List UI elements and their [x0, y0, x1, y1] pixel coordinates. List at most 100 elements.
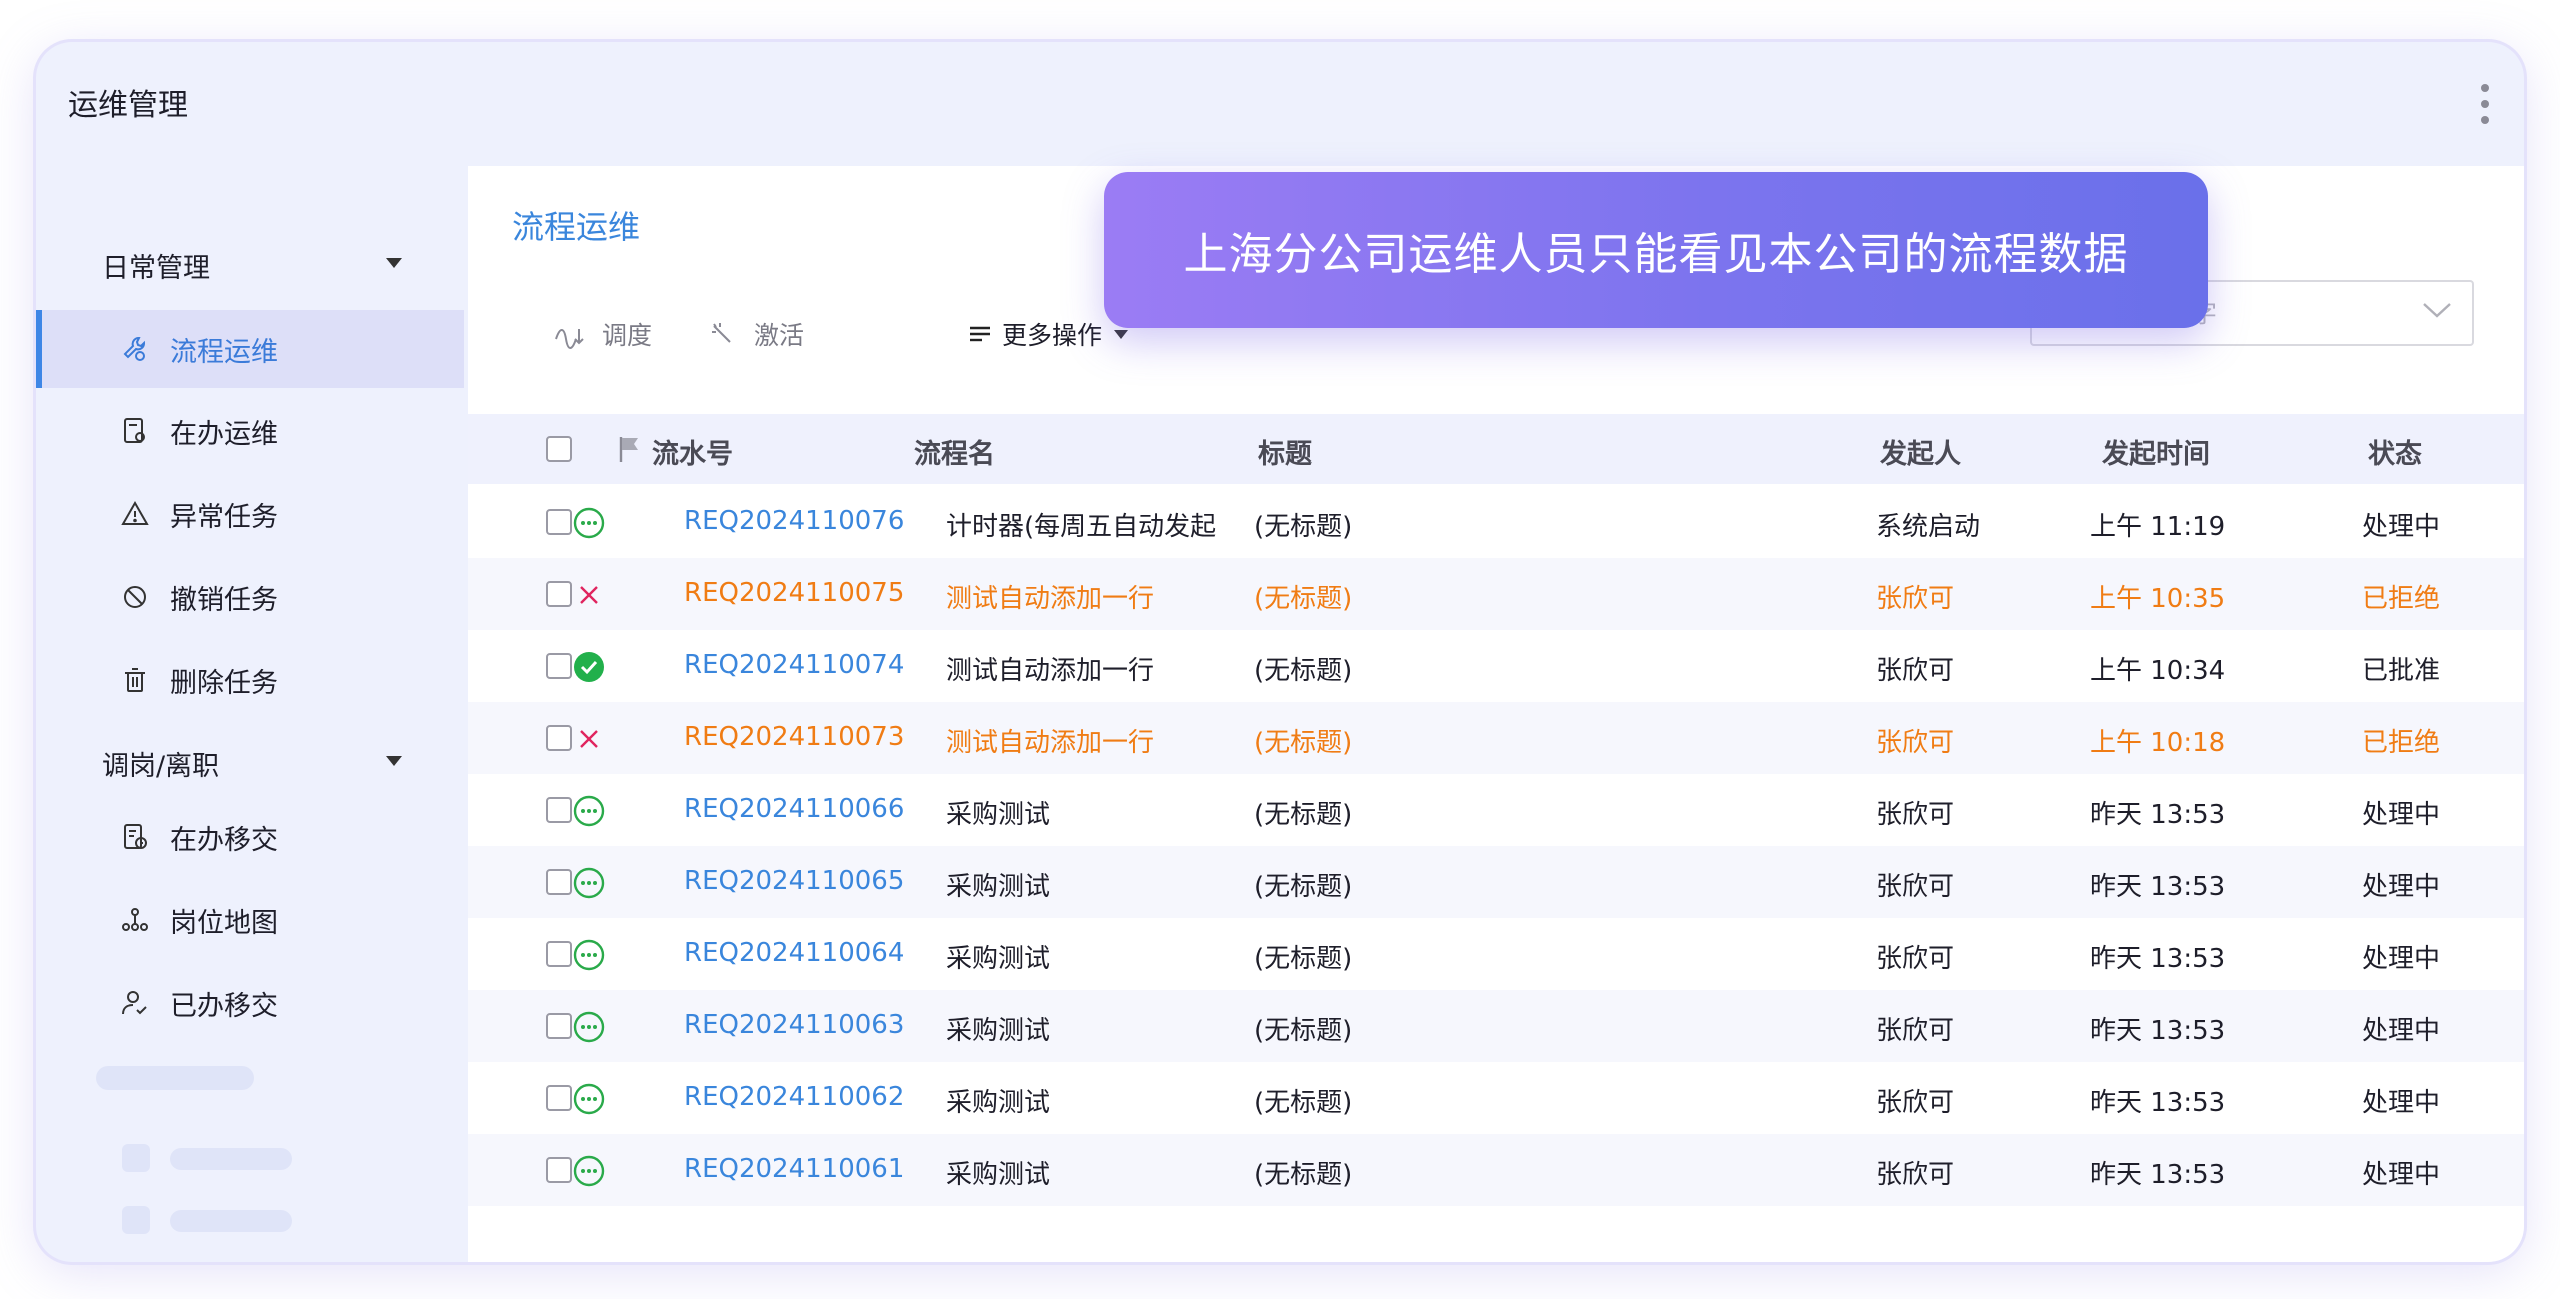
skeleton-placeholder: [122, 1144, 150, 1172]
table-row[interactable]: REQ2024110075 测试自动添加一行 (无标题) 张欣可 上午 10:35 已拒绝: [468, 558, 2524, 630]
caret-down-icon[interactable]: [386, 258, 402, 268]
more-actions-button[interactable]: 更多操作: [968, 316, 1129, 352]
start-time: 上午 11:19: [2090, 512, 2226, 542]
status-badge: 处理中: [2362, 1088, 2441, 1118]
check-circle-icon: [572, 650, 606, 684]
serial-link[interactable]: REQ2024110066: [684, 794, 904, 824]
dispatch-button[interactable]: 调度: [552, 316, 652, 352]
dispatch-icon: [552, 316, 588, 352]
table-row[interactable]: REQ2024110061 采购测试 (无标题) 张欣可 昨天 13:53 处理中: [468, 1134, 2524, 1206]
row-checkbox[interactable]: [546, 869, 572, 895]
col-time[interactable]: 发起时间: [2102, 432, 2210, 471]
row-title: (无标题): [1254, 584, 1353, 614]
serial-link[interactable]: REQ2024110074: [684, 650, 904, 680]
select-all-checkbox[interactable]: [546, 436, 572, 462]
title-bar: 运维管理: [36, 42, 2524, 166]
row-checkbox[interactable]: [546, 581, 572, 607]
row-checkbox[interactable]: [546, 509, 572, 535]
table-row[interactable]: REQ2024110066 采购测试 (无标题) 张欣可 昨天 13:53 处理中: [468, 774, 2524, 846]
sidebar-item-transfer-active[interactable]: 在办移交: [36, 798, 464, 876]
row-checkbox[interactable]: [546, 1013, 572, 1039]
doc-gear-icon: [118, 414, 152, 448]
table-row[interactable]: REQ2024110074 测试自动添加一行 (无标题) 张欣可 上午 10:34 已批准: [468, 630, 2524, 702]
table-row[interactable]: REQ2024110065 采购测试 (无标题) 张欣可 昨天 13:53 处理中: [468, 846, 2524, 918]
col-initiator[interactable]: 发起人: [1880, 432, 1961, 471]
serial-link[interactable]: REQ2024110073: [684, 722, 904, 752]
serial-link[interactable]: REQ2024110075: [684, 578, 904, 608]
sidebar-item-label: 删除任务: [170, 667, 278, 699]
sidebar-item-label: 在办运维: [170, 418, 278, 450]
sidebar-item-deleted-tasks[interactable]: 删除任务: [36, 641, 464, 719]
sidebar-item-cancelled-tasks[interactable]: 撤销任务: [36, 558, 464, 636]
sidebar-item-process-ops[interactable]: 流程运维: [36, 310, 464, 388]
main-panel: 流程运维 调度 激活 更多操作 搜索关键字 流水号 流程名 标题 发起人 发起时…: [468, 166, 2524, 1262]
row-title: (无标题): [1254, 944, 1353, 974]
wrench-gear-icon: [118, 332, 152, 366]
initiator: 张欣可: [1876, 1016, 1955, 1046]
serial-link[interactable]: REQ2024110064: [684, 938, 904, 968]
initiator: 张欣可: [1876, 728, 1955, 758]
table-row[interactable]: REQ2024110062 采购测试 (无标题) 张欣可 昨天 13:53 处理中: [468, 1062, 2524, 1134]
row-title: (无标题): [1254, 1088, 1353, 1118]
caret-down-icon[interactable]: [386, 756, 402, 766]
status-badge: 处理中: [2362, 1016, 2441, 1046]
page-title: 流程运维: [512, 208, 641, 246]
pending-dots-icon: [572, 794, 606, 828]
sidebar-item-active-ops[interactable]: 在办运维: [36, 392, 464, 470]
process-name: 采购测试: [946, 872, 1051, 902]
status-badge: 处理中: [2362, 944, 2441, 974]
sidebar-item-exception-tasks[interactable]: 异常任务: [36, 475, 464, 553]
serial-link[interactable]: REQ2024110063: [684, 1010, 904, 1040]
col-process[interactable]: 流程名: [914, 432, 995, 471]
status-badge: 处理中: [2362, 872, 2441, 902]
table-row[interactable]: REQ2024110063 采购测试 (无标题) 张欣可 昨天 13:53 处理中: [468, 990, 2524, 1062]
sidebar-item-transfer-done[interactable]: 已办移交: [36, 964, 464, 1042]
app-window: 运维管理 日常管理 流程运维 在办运维 异常任务 撤销任务 删除任务 调岗/离职…: [36, 42, 2524, 1262]
initiator: 张欣可: [1876, 872, 1955, 902]
row-title: (无标题): [1254, 800, 1353, 830]
sidebar-item-label: 异常任务: [170, 501, 278, 533]
table-row[interactable]: REQ2024110076 计时器(每周五自动发起 (无标题) 系统启动 上午 11:1…: [468, 486, 2524, 558]
col-status[interactable]: 状态: [2368, 432, 2422, 471]
start-time: 昨天 13:53: [2090, 800, 2226, 830]
status-badge: 已拒绝: [2362, 728, 2441, 758]
sidebar-group-daily[interactable]: 日常管理: [102, 246, 210, 285]
process-name: 测试自动添加一行: [946, 584, 1155, 614]
sidebar-item-position-map[interactable]: 岗位地图: [36, 881, 464, 959]
sidebar-item-label: 在办移交: [170, 824, 278, 856]
start-time: 上午 10:34: [2090, 656, 2226, 686]
row-checkbox[interactable]: [546, 1157, 572, 1183]
serial-link[interactable]: REQ2024110065: [684, 866, 904, 896]
chevron-down-icon[interactable]: [2422, 300, 2452, 324]
table-row[interactable]: REQ2024110073 测试自动添加一行 (无标题) 张欣可 上午 10:18 已拒绝: [468, 702, 2524, 774]
initiator: 张欣可: [1876, 944, 1955, 974]
skeleton-placeholder: [170, 1148, 292, 1170]
row-checkbox[interactable]: [546, 797, 572, 823]
serial-link[interactable]: REQ2024110076: [684, 506, 904, 536]
col-serial[interactable]: 流水号: [652, 432, 733, 471]
initiator: 张欣可: [1876, 656, 1955, 686]
skeleton-placeholder: [170, 1210, 292, 1232]
serial-link[interactable]: REQ2024110061: [684, 1154, 904, 1184]
row-checkbox[interactable]: [546, 725, 572, 751]
start-time: 昨天 13:53: [2090, 944, 2226, 974]
col-title[interactable]: 标题: [1258, 432, 1312, 471]
process-name: 采购测试: [946, 944, 1051, 974]
status-badge: 处理中: [2362, 800, 2441, 830]
trash-icon: [118, 663, 152, 697]
row-checkbox[interactable]: [546, 653, 572, 679]
sidebar-group-transfer[interactable]: 调岗/离职: [102, 744, 219, 783]
activate-button[interactable]: 激活: [704, 316, 804, 352]
row-checkbox[interactable]: [546, 1085, 572, 1111]
process-name: 测试自动添加一行: [946, 728, 1155, 758]
pending-dots-icon: [572, 866, 606, 900]
more-options-icon[interactable]: [2480, 84, 2490, 124]
serial-link[interactable]: REQ2024110062: [684, 1082, 904, 1112]
start-time: 上午 10:35: [2090, 584, 2226, 614]
row-checkbox[interactable]: [546, 941, 572, 967]
doc-clock-icon: [118, 820, 152, 854]
initiator: 张欣可: [1876, 1088, 1955, 1118]
table-row[interactable]: REQ2024110064 采购测试 (无标题) 张欣可 昨天 13:53 处理中: [468, 918, 2524, 990]
pending-dots-icon: [572, 506, 606, 540]
start-time: 昨天 13:53: [2090, 1088, 2226, 1118]
